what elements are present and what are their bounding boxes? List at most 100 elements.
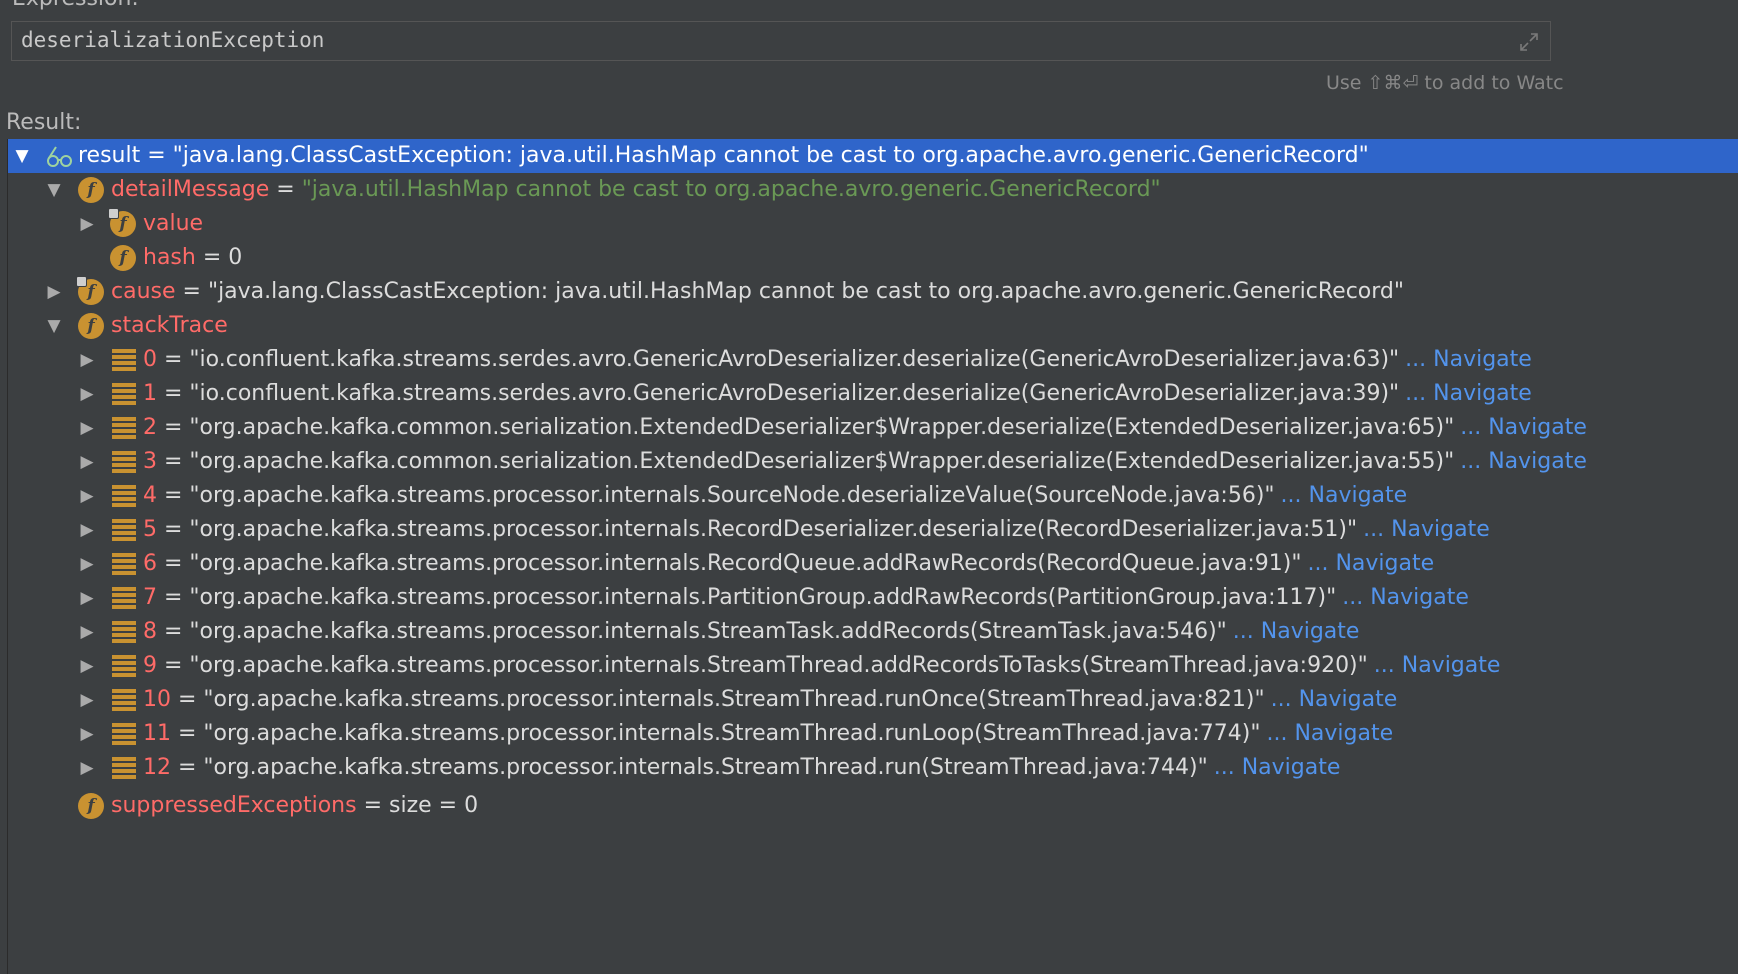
result-name: result	[78, 143, 141, 168]
array-element-icon	[112, 518, 136, 542]
array-element-icon	[112, 654, 136, 678]
stack-frame-row[interactable]: ▶ 0 = "io.confluent.kafka.streams.serdes.…	[8, 343, 1738, 377]
detail-message-name: detailMessage	[111, 177, 270, 202]
expand-arrow-icon[interactable]: ▶	[77, 377, 97, 411]
stack-frame-index: 7	[143, 585, 157, 610]
tree-row-stack-trace[interactable]: ▼ f stackTrace	[8, 309, 1738, 343]
stack-frame-value: = "org.apache.kafka.streams.processor.in…	[157, 551, 1302, 576]
expand-arrow-icon[interactable]: ▶	[77, 207, 97, 241]
stack-frame-value: = "org.apache.kafka.streams.processor.in…	[171, 721, 1261, 746]
stack-frame-index: 12	[143, 755, 171, 780]
add-to-watches-hint: Use ⇧⌘⏎ to add to Watc	[1326, 72, 1564, 94]
expand-arrow-icon[interactable]: ▶	[77, 649, 97, 683]
result-label: Result:	[6, 110, 82, 135]
stack-frame-row[interactable]: ▶ 8 = "org.apache.kafka.streams.processor…	[8, 615, 1738, 649]
expand-arrow-icon[interactable]: ▶	[77, 751, 97, 785]
expand-arrow-icon[interactable]: ▶	[77, 547, 97, 581]
stack-frame-index: 1	[143, 381, 157, 406]
stack-frame-value: = "io.confluent.kafka.streams.serdes.avr…	[157, 381, 1400, 406]
array-element-icon	[112, 552, 136, 576]
expand-arrow-icon[interactable]: ▶	[77, 411, 97, 445]
stack-frame-index: 2	[143, 415, 157, 440]
expression-input[interactable]: deserializationException	[11, 21, 1551, 61]
navigate-link[interactable]: ... Navigate	[1405, 347, 1532, 372]
hash-field-name: hash	[143, 245, 196, 270]
array-element-icon	[112, 348, 136, 372]
result-tree[interactable]: ▼ result = "java.lang.ClassCastException…	[7, 139, 1738, 974]
field-icon: f	[78, 313, 104, 339]
expand-arrow-icon[interactable]: ▶	[77, 717, 97, 751]
detail-message-value: "java.util.HashMap cannot be cast to org…	[301, 177, 1161, 202]
stack-frame-row[interactable]: ▶ 10 = "org.apache.kafka.streams.processo…	[8, 683, 1738, 717]
collapse-arrow-icon[interactable]: ▼	[44, 173, 64, 207]
navigate-link[interactable]: ... Navigate	[1405, 381, 1532, 406]
stack-frame-value: = "org.apache.kafka.common.serialization…	[157, 415, 1455, 440]
suppressed-exceptions-name: suppressedExceptions	[111, 793, 357, 818]
navigate-link[interactable]: ... Navigate	[1342, 585, 1469, 610]
expression-label: Expression:	[12, 0, 139, 11]
expand-arrow-icon[interactable]: ▶	[44, 275, 64, 309]
expand-arrow-icon[interactable]: ▶	[77, 615, 97, 649]
stack-frame-row[interactable]: ▶ 9 = "org.apache.kafka.streams.processor…	[8, 649, 1738, 683]
stack-frame-row[interactable]: ▶ 7 = "org.apache.kafka.streams.processor…	[8, 581, 1738, 615]
collapse-arrow-icon[interactable]: ▼	[44, 309, 64, 343]
stack-frame-value: = "org.apache.kafka.streams.processor.in…	[157, 517, 1358, 542]
watch-glasses-icon	[47, 146, 72, 167]
array-element-icon	[112, 450, 136, 474]
navigate-link[interactable]: ... Navigate	[1266, 721, 1393, 746]
stack-frame-value: = "org.apache.kafka.streams.processor.in…	[157, 619, 1227, 644]
navigate-link[interactable]: ... Navigate	[1374, 653, 1501, 678]
cause-name: cause	[111, 279, 176, 304]
cause-value: = "java.lang.ClassCastException: java.ut…	[175, 279, 1405, 304]
navigate-link[interactable]: ... Navigate	[1363, 517, 1490, 542]
expand-arrow-icon[interactable]: ▶	[77, 343, 97, 377]
suppressed-exceptions-value: = size = 0	[356, 793, 479, 818]
stack-frame-index: 5	[143, 517, 157, 542]
tree-row-detail-message[interactable]: ▼ f detailMessage = "java.util.HashMap c…	[8, 173, 1738, 207]
stack-frame-index: 8	[143, 619, 157, 644]
navigate-link[interactable]: ... Navigate	[1281, 483, 1408, 508]
stack-frame-row[interactable]: ▶ 1 = "io.confluent.kafka.streams.serdes.…	[8, 377, 1738, 411]
final-field-icon: f	[108, 208, 136, 237]
stack-frame-index: 6	[143, 551, 157, 576]
array-element-icon	[112, 586, 136, 610]
final-field-icon: f	[76, 276, 104, 305]
tree-row-cause[interactable]: ▶ f cause = "java.lang.ClassCastExceptio…	[8, 275, 1738, 309]
stack-trace-name: stackTrace	[111, 313, 228, 338]
result-value: = "java.lang.ClassCastException: java.ut…	[140, 143, 1369, 168]
expand-arrow-icon[interactable]: ▶	[77, 581, 97, 615]
expression-text[interactable]: deserializationException	[21, 28, 324, 52]
stack-frame-row[interactable]: ▶ 4 = "org.apache.kafka.streams.processor…	[8, 479, 1738, 513]
stack-frame-row[interactable]: ▶ 3 = "org.apache.kafka.common.serializat…	[8, 445, 1738, 479]
field-icon: f	[78, 793, 104, 819]
detail-message-eq: =	[269, 177, 302, 202]
expand-arrow-icon[interactable]: ▶	[77, 683, 97, 717]
stack-frame-value: = "org.apache.kafka.streams.processor.in…	[171, 755, 1208, 780]
tree-row-hash[interactable]: f hash = 0	[8, 241, 1738, 275]
expand-arrow-icon[interactable]: ▶	[77, 513, 97, 547]
expand-icon[interactable]	[1518, 31, 1540, 53]
stack-frame-row[interactable]: ▶ 12 = "org.apache.kafka.streams.processo…	[8, 751, 1738, 785]
navigate-link[interactable]: ... Navigate	[1460, 415, 1587, 440]
tree-row-suppressed-exceptions[interactable]: f suppressedExceptions = size = 0	[8, 789, 1738, 823]
stack-frame-row[interactable]: ▶ 6 = "org.apache.kafka.streams.processor…	[8, 547, 1738, 581]
navigate-link[interactable]: ... Navigate	[1214, 755, 1341, 780]
array-element-icon	[112, 722, 136, 746]
stack-frame-row[interactable]: ▶ 11 = "org.apache.kafka.streams.processo…	[8, 717, 1738, 751]
value-field-name: value	[143, 211, 204, 236]
stack-frame-row[interactable]: ▶ 5 = "org.apache.kafka.streams.processor…	[8, 513, 1738, 547]
navigate-link[interactable]: ... Navigate	[1307, 551, 1434, 576]
tree-row-result[interactable]: ▼ result = "java.lang.ClassCastException…	[8, 139, 1738, 173]
hash-field-value: = 0	[195, 245, 243, 270]
stack-frame-index: 11	[143, 721, 171, 746]
tree-row-value[interactable]: ▶ f value	[8, 207, 1738, 241]
stack-frame-row[interactable]: ▶ 2 = "org.apache.kafka.common.serializat…	[8, 411, 1738, 445]
array-element-icon	[112, 382, 136, 406]
navigate-link[interactable]: ... Navigate	[1233, 619, 1360, 644]
collapse-arrow-icon[interactable]: ▼	[12, 139, 32, 173]
navigate-link[interactable]: ... Navigate	[1460, 449, 1587, 474]
expand-arrow-icon[interactable]: ▶	[77, 479, 97, 513]
navigate-link[interactable]: ... Navigate	[1271, 687, 1398, 712]
expand-arrow-icon[interactable]: ▶	[77, 445, 97, 479]
evaluate-expression-panel: { "expression": { "value": "deserializat…	[0, 0, 1738, 974]
